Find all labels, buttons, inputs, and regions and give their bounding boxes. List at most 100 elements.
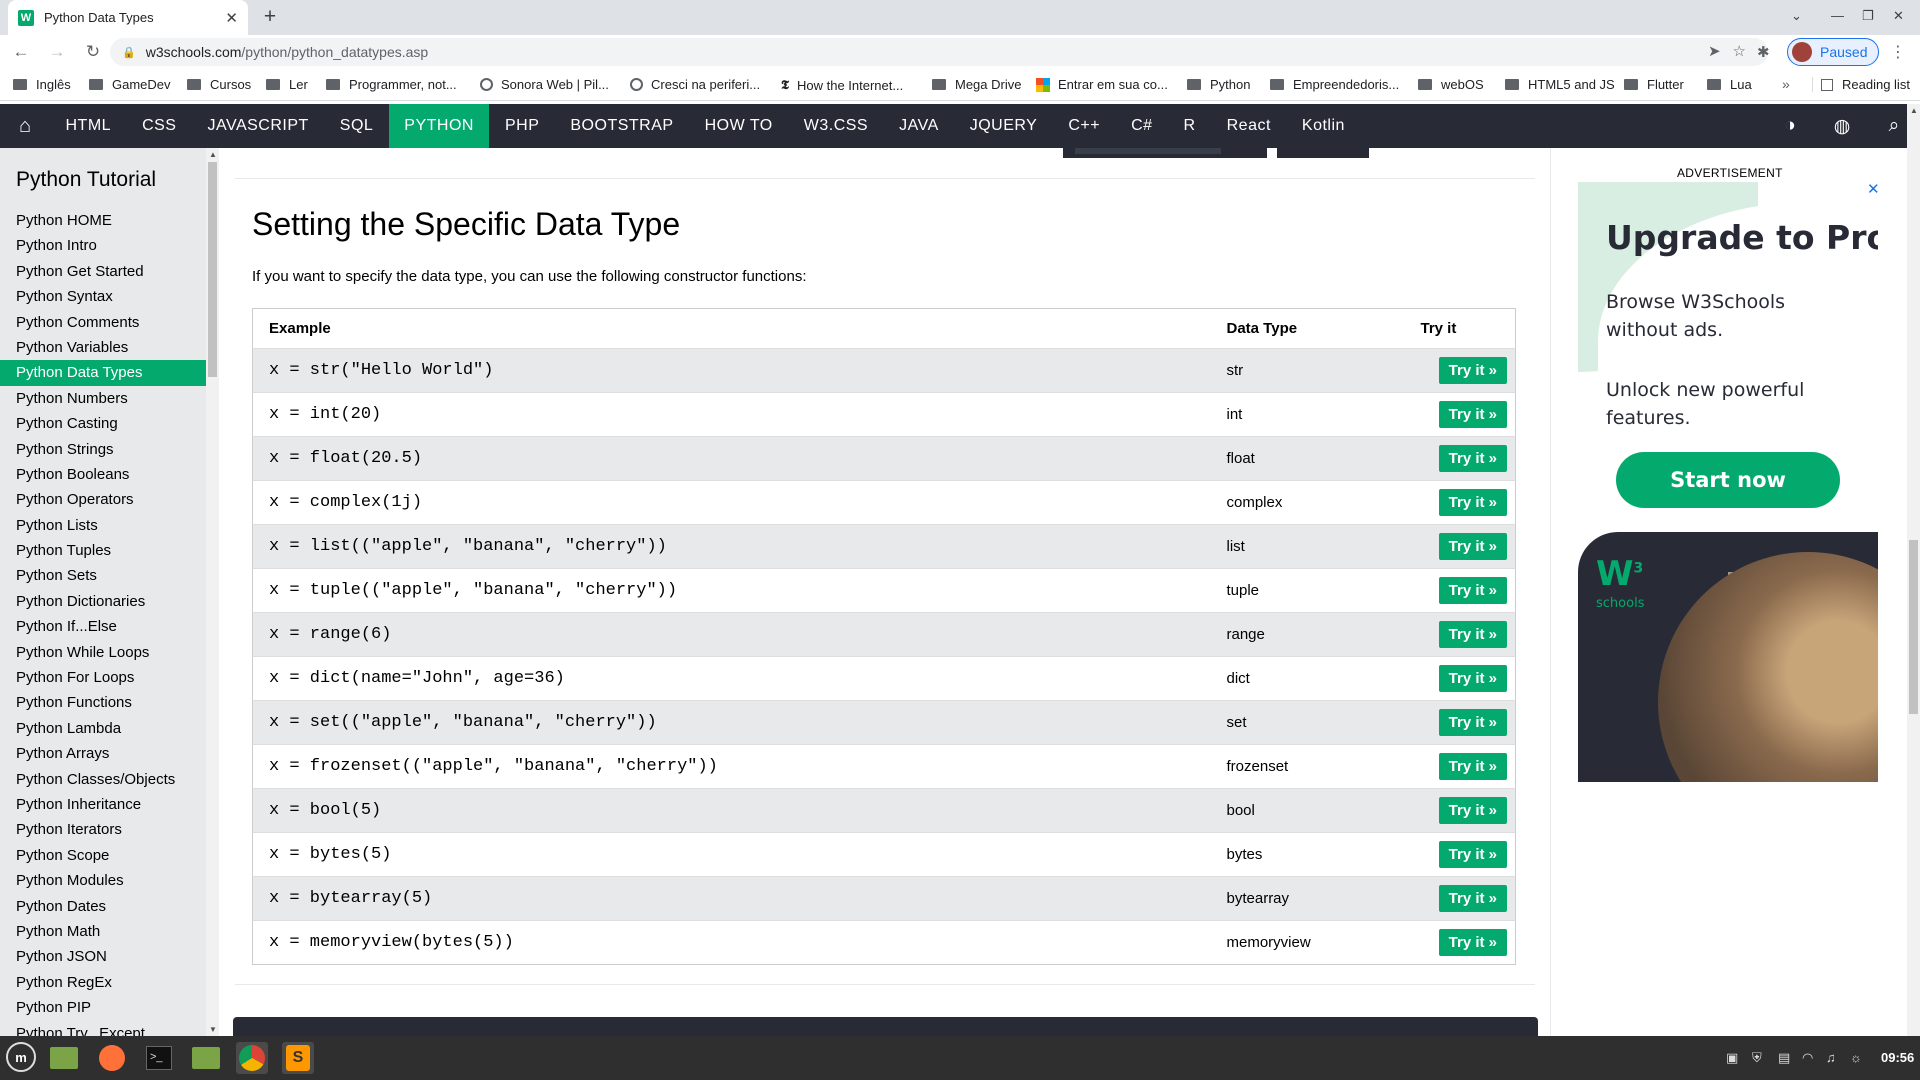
nav-python[interactable]: PYTHON (388, 104, 490, 148)
file-manager-folder-icon[interactable] (190, 1042, 222, 1074)
bookmark-item[interactable]: Inglês (13, 77, 71, 92)
chrome-icon[interactable] (236, 1042, 268, 1074)
sidebar-item[interactable]: Python Scope (0, 843, 206, 868)
nav-csharp[interactable]: C# (1116, 104, 1168, 148)
bookmark-item[interactable]: HTML5 and JS (1505, 77, 1615, 92)
clipboard-icon[interactable]: ▣ (1726, 1050, 1738, 1066)
wifi-icon[interactable]: ◠ (1802, 1050, 1813, 1066)
nav-sql[interactable]: SQL (324, 104, 389, 148)
try-it-button[interactable]: Try it » (1438, 885, 1507, 912)
reload-icon[interactable]: ↻ (78, 37, 108, 67)
bookmark-item[interactable]: Programmer, not... (326, 77, 457, 92)
clock[interactable]: 09:56 (1881, 1050, 1914, 1065)
maximize-window-icon[interactable]: ❐ (1862, 8, 1874, 24)
firefox-icon[interactable] (96, 1042, 128, 1074)
bookmark-item[interactable]: Lua (1707, 77, 1752, 92)
sidebar-item[interactable]: Python Arrays (0, 741, 206, 766)
globe-icon[interactable]: ◍ (1816, 104, 1868, 148)
sidebar-item[interactable]: Python Sets (0, 563, 206, 588)
nav-css[interactable]: CSS (127, 104, 192, 148)
mint-menu-icon[interactable]: m (6, 1042, 36, 1072)
sublime-text-icon[interactable]: S (282, 1042, 314, 1074)
try-it-button[interactable]: Try it » (1438, 665, 1507, 692)
sidebar-item[interactable]: Python Dictionaries (0, 589, 206, 614)
bookmark-star-icon[interactable]: ☆ (1733, 43, 1758, 60)
try-it-button[interactable]: Try it » (1438, 709, 1507, 736)
try-it-button[interactable]: Try it » (1438, 401, 1507, 428)
close-window-icon[interactable]: ✕ (1893, 8, 1904, 24)
files-folder-icon[interactable] (48, 1042, 80, 1074)
volume-icon[interactable]: ♫ (1826, 1050, 1836, 1065)
bookmark-item[interactable]: GameDev (89, 77, 171, 92)
sidebar-item[interactable]: Python Data Types (0, 360, 206, 386)
nav-w3css[interactable]: W3.CSS (788, 104, 883, 148)
home-icon[interactable]: ⌂ (0, 104, 50, 148)
nav-r[interactable]: R (1168, 104, 1211, 148)
sidebar-item[interactable]: Python Classes/Objects (0, 767, 206, 792)
bookmark-item[interactable]: Empreendedoris... (1270, 77, 1399, 92)
minimize-window-icon[interactable]: — (1831, 8, 1844, 23)
bookmark-item[interactable]: webOS (1418, 77, 1484, 92)
bookmark-item[interactable]: Cresci na periferi... (630, 77, 760, 92)
ad-close-icon[interactable]: ✕ (1867, 180, 1880, 198)
nav-html[interactable]: HTML (50, 104, 127, 148)
tab-close-icon[interactable]: ✕ (225, 9, 238, 27)
try-it-button[interactable]: Try it » (1438, 577, 1507, 604)
sidebar-item[interactable]: Python If...Else (0, 614, 206, 639)
sidebar-item[interactable]: Python JSON (0, 944, 206, 969)
nav-cpp[interactable]: C++ (1053, 104, 1116, 148)
brightness-icon[interactable]: ☼ (1850, 1050, 1862, 1065)
sidebar-item[interactable]: Python Variables (0, 335, 206, 360)
terminal-icon[interactable]: >_ (143, 1042, 175, 1074)
try-it-button[interactable]: Try it » (1438, 621, 1507, 648)
sidebar-item[interactable]: Python RegEx (0, 970, 206, 995)
sidebar-scrollbar[interactable]: ▲ ▼ (206, 148, 219, 1036)
sidebar-item[interactable]: Python PIP (0, 995, 206, 1020)
browser-menu-icon[interactable]: ⋮ (1890, 42, 1906, 62)
nav-react[interactable]: React (1211, 104, 1286, 148)
bookmark-item[interactable]: Ler (266, 77, 308, 92)
scroll-up-arrow-icon[interactable]: ▲ (1910, 106, 1918, 115)
bookmark-item[interactable]: Python (1187, 77, 1250, 92)
nav-jquery[interactable]: JQUERY (954, 104, 1053, 148)
back-arrow-icon[interactable]: ← (6, 37, 36, 67)
ad-start-now-button[interactable]: Start now (1616, 452, 1840, 508)
sidebar-item[interactable]: Python Numbers (0, 386, 206, 411)
nav-java[interactable]: JAVA (884, 104, 955, 148)
send-tab-icon[interactable]: ➤ (1708, 43, 1733, 60)
nav-how-to[interactable]: HOW TO (689, 104, 788, 148)
new-tab-button[interactable]: + (258, 6, 282, 30)
try-it-button[interactable]: Try it » (1438, 841, 1507, 868)
bookmarks-overflow-button[interactable]: » (1782, 76, 1790, 92)
shield-icon[interactable]: ⛨ (1752, 1050, 1762, 1066)
sidebar-item[interactable]: Python Get Started (0, 259, 206, 284)
bookmark-item[interactable]: Cursos (187, 77, 251, 92)
sidebar-item[interactable]: Python Syntax (0, 284, 206, 309)
nav-bootstrap[interactable]: BOOTSTRAP (555, 104, 689, 148)
try-it-button[interactable]: Try it » (1438, 797, 1507, 824)
browser-tab-active[interactable]: W Python Data Types ✕ (8, 0, 248, 35)
try-it-button[interactable]: Try it » (1438, 533, 1507, 560)
sidebar-item[interactable]: Python Strings (0, 437, 206, 462)
sidebar-item[interactable]: Python Intro (0, 233, 206, 258)
sidebar-item[interactable]: Python Modules (0, 868, 206, 893)
bookmark-item[interactable]: Flutter (1624, 77, 1684, 92)
sidebar-item[interactable]: Python Lambda (0, 716, 206, 741)
page-scrollbar[interactable]: ▲ (1907, 104, 1920, 1036)
try-it-button[interactable]: Try it » (1438, 357, 1507, 384)
sidebar-item[interactable]: Python Math (0, 919, 206, 944)
profile-button[interactable]: Paused (1787, 38, 1879, 66)
nav-kotlin[interactable]: Kotlin (1286, 104, 1360, 148)
bookmark-item[interactable]: 𝕿 How the Internet... (781, 77, 903, 93)
sidebar-item[interactable]: Python Tuples (0, 538, 206, 563)
sidebar-item[interactable]: Python Inheritance (0, 792, 206, 817)
forward-arrow-icon[interactable]: → (42, 37, 72, 67)
nav-php[interactable]: PHP (489, 104, 554, 148)
notes-icon[interactable]: ▤ (1778, 1050, 1790, 1066)
bookmark-item[interactable]: Entrar em sua co... (1036, 77, 1168, 92)
sidebar-item[interactable]: Python While Loops (0, 640, 206, 665)
reading-list-button[interactable]: Reading list (1812, 77, 1910, 92)
extensions-puzzle-icon[interactable]: ✱ (1757, 43, 1770, 61)
tab-search-chevron-icon[interactable]: ⌄ (1791, 8, 1802, 24)
sidebar-item[interactable]: Python Booleans (0, 462, 206, 487)
